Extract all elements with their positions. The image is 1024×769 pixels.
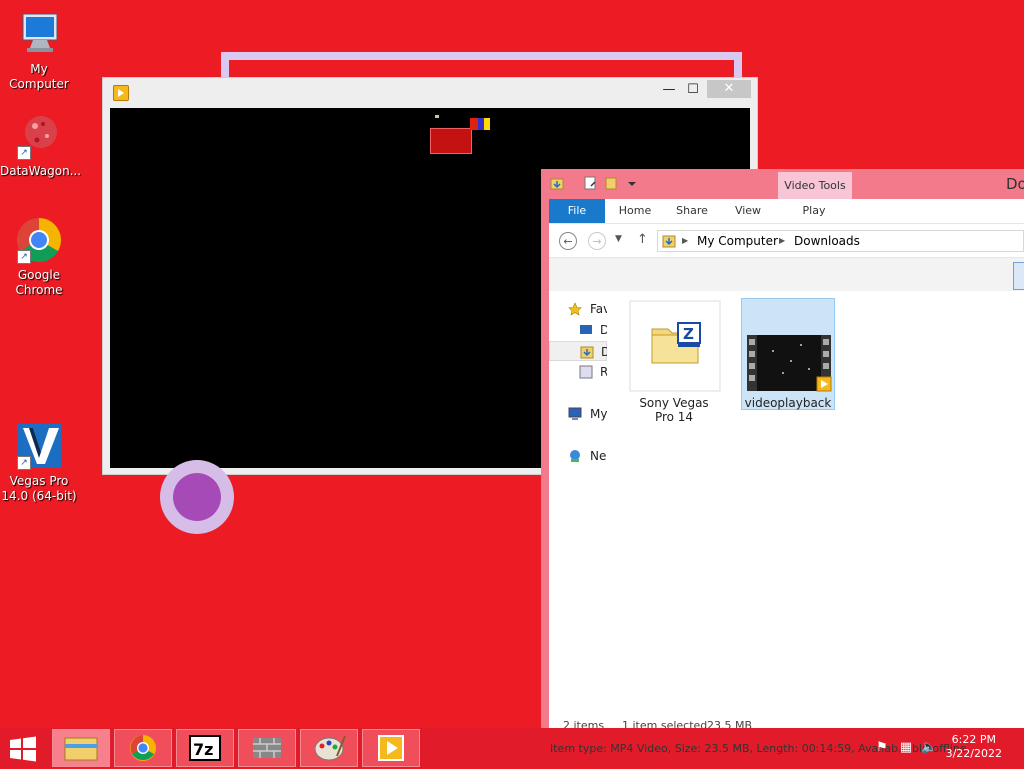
datawagon-icon: ↗	[15, 112, 63, 160]
breadcrumb-downloads[interactable]: Downloads	[794, 231, 860, 251]
taskbar-chrome-button[interactable]	[114, 729, 172, 767]
file-item-videoplayback[interactable]: videoplayback	[741, 298, 835, 410]
nav-item-network[interactable]: Ne	[549, 446, 607, 466]
taskbar-file-explorer-button[interactable]	[52, 729, 110, 767]
command-bar	[549, 257, 1024, 293]
chrome-icon	[130, 735, 156, 761]
windows-logo-icon	[10, 736, 36, 762]
file-list[interactable]: Z Sony Vegas Pro 14 videoplayback	[607, 291, 1024, 709]
video-frame-detail	[470, 118, 490, 130]
purple-circle-center	[173, 473, 221, 521]
close-button[interactable]: ✕	[707, 80, 751, 98]
recent-locations-chevron-icon[interactable]: ▼	[615, 234, 622, 244]
nav-item-desktop[interactable]: D	[549, 320, 607, 340]
tab-view[interactable]: View	[727, 199, 769, 223]
taskbar-firewall-button[interactable]	[238, 729, 296, 767]
chrome-icon: ↗	[15, 216, 63, 264]
back-button[interactable]: ←	[559, 232, 577, 250]
computer-icon	[15, 10, 63, 58]
desktop-icon-label: Vegas Pro 14.0 (64-bit)	[1, 474, 77, 503]
media-player-icon	[113, 85, 129, 101]
speaker-muted-icon[interactable]: 🔈	[921, 740, 937, 756]
breadcrumb-chevron-icon[interactable]: ▶	[779, 231, 785, 251]
firewall-icon	[253, 738, 281, 758]
nav-item-my-computer[interactable]: My	[549, 404, 607, 424]
paint-icon	[314, 735, 346, 761]
new-folder-icon[interactable]	[604, 176, 618, 190]
address-field[interactable]: ▶ My Computer ▶ Downloads	[657, 230, 1024, 252]
breadcrumb-chevron-icon[interactable]: ▶	[682, 231, 688, 251]
clock-time: 6:22 PM	[951, 733, 996, 746]
tab-play[interactable]: Play	[789, 199, 839, 223]
zip-folder-icon: Z	[628, 299, 722, 393]
clock[interactable]: 6:22 PM 3/22/2022	[946, 733, 1002, 761]
network-icon[interactable]: ▦	[898, 740, 914, 756]
quick-access-toolbar: Video Tools Do	[541, 169, 1024, 199]
taskbar-paint-button[interactable]	[300, 729, 358, 767]
window-title: Do	[1006, 175, 1024, 193]
file-explorer-window[interactable]: Video Tools Do File Home Share View Play…	[541, 169, 1024, 739]
action-center-flag-icon[interactable]: ⚑	[874, 740, 890, 756]
file-item-sony-vegas-pro[interactable]: Z Sony Vegas Pro 14	[627, 298, 722, 424]
tab-home[interactable]: Home	[613, 199, 657, 223]
file-explorer-icon	[64, 737, 98, 761]
up-arrow-icon[interactable]: ↑	[637, 232, 648, 247]
tab-file[interactable]: File	[549, 199, 605, 223]
start-button[interactable]	[8, 736, 38, 762]
7zip-icon: 7z	[189, 735, 221, 761]
desktop-icon	[580, 325, 592, 334]
desktop-icon-label: My Computer	[9, 62, 69, 91]
video-frame-detail	[430, 128, 472, 154]
network-icon	[570, 450, 580, 462]
media-player-icon	[378, 735, 404, 761]
ribbon-tabs: File Home Share View Play	[549, 199, 1024, 223]
svg-text:7z: 7z	[193, 740, 213, 759]
tab-share[interactable]: Share	[669, 199, 715, 223]
taskbar-media-player-button[interactable]	[362, 729, 420, 767]
desktop-icon-label: DataWagon...	[0, 164, 82, 178]
desktop-icon-google-chrome[interactable]: ↗ Google Chrome	[0, 216, 78, 298]
vegas-pro-icon: ↗	[15, 422, 63, 470]
properties-icon[interactable]	[583, 176, 597, 190]
recent-icon	[579, 365, 593, 379]
player-titlebar[interactable]: — ☐ ✕	[103, 78, 757, 108]
video-frame-detail	[435, 115, 439, 118]
shortcut-arrow-icon: ↗	[17, 146, 31, 160]
breadcrumb-my-computer[interactable]: My Computer	[697, 231, 778, 251]
video-thumbnail-icon	[742, 299, 836, 393]
computer-icon	[568, 407, 582, 420]
downloads-icon	[580, 346, 594, 359]
purple-circle-shape	[160, 460, 234, 534]
video-tools-contextual-tab[interactable]: Video Tools	[778, 172, 852, 199]
taskbar-7zip-button[interactable]: 7z	[176, 729, 234, 767]
file-name: Sony Vegas Pro 14	[639, 396, 709, 424]
nav-item-downloads[interactable]: D	[549, 341, 607, 361]
shortcut-arrow-icon: ↗	[17, 250, 31, 264]
desktop-icon-my-computer[interactable]: My Computer	[0, 10, 78, 92]
details-pane-button[interactable]	[1013, 262, 1024, 290]
downloads-folder-icon	[662, 235, 676, 248]
navigation-pane[interactable]: Fav D D R My Ne	[549, 291, 607, 709]
nav-item-favorites[interactable]: Fav	[549, 299, 607, 319]
maximize-button[interactable]: ☐	[680, 80, 706, 100]
clock-date: 3/22/2022	[945, 747, 1002, 760]
nav-item-recent[interactable]: R	[549, 362, 607, 382]
forward-button[interactable]: →	[588, 232, 606, 250]
shortcut-arrow-icon: ↗	[17, 456, 31, 470]
desktop-icon-datawagon[interactable]: ↗ DataWagon...	[0, 112, 82, 179]
star-icon	[568, 302, 582, 316]
customize-dropdown-icon[interactable]	[625, 176, 639, 190]
file-name: videoplayback	[744, 396, 832, 410]
desktop-icon-label: Google Chrome	[15, 268, 63, 297]
minimize-button[interactable]: —	[656, 80, 682, 100]
desktop-icon-vegas-pro[interactable]: ↗ Vegas Pro 14.0 (64-bit)	[0, 422, 78, 504]
taskbar: 7z Item type: MP4 Video, Size: 23.5 MB, …	[0, 728, 1024, 768]
svg-text:Z: Z	[683, 325, 694, 343]
address-bar-row: ← → ▼ ↑ ▶ My Computer ▶ Downloads	[549, 223, 1024, 258]
folder-down-icon[interactable]	[550, 176, 564, 190]
